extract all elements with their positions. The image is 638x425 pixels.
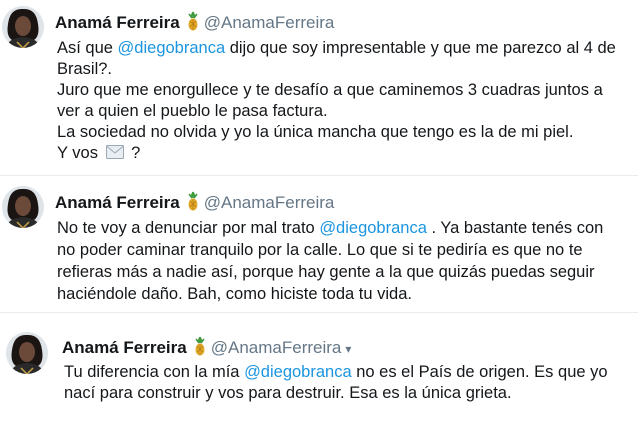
tweet-line: Y vos ?: [57, 144, 141, 162]
author-handle[interactable]: @AnamaFerreira: [204, 13, 335, 32]
tweet-line: ver a quien el pueblo le pasa factura.: [57, 102, 328, 120]
tweet-text: No te voy a denunciar por mal trato @die…: [57, 217, 603, 305]
tweet-line: No te voy a denunciar por mal trato @die…: [57, 219, 604, 237]
tweet-line: Tu diferencia con la mía @diegobranca no…: [64, 363, 608, 381]
tweet-line: Así que @diegobranca dijo que soy impres…: [57, 39, 616, 57]
mention-link[interactable]: @diegobranca: [319, 219, 427, 237]
author-handle[interactable]: @AnamaFerreira: [211, 338, 342, 357]
tweet: Anamá Ferreira @AnamaFerreira No te voy a…: [0, 178, 638, 308]
author-name[interactable]: Anamá Ferreira: [55, 193, 180, 212]
tweet-line: Juro que me enorgullece y te desafío a q…: [57, 81, 603, 99]
pineapple-icon: [186, 191, 200, 211]
tweet-line: no poder caminar tranquilo por la calle.…: [57, 241, 583, 259]
tweet-text: Tu diferencia con la mía @diegobranca no…: [64, 362, 608, 404]
divider: [0, 175, 638, 176]
envelope-icon: [105, 144, 124, 159]
divider: [0, 312, 638, 313]
pineapple-icon: [186, 11, 200, 31]
author-handle[interactable]: @AnamaFerreira: [204, 193, 335, 212]
tweet-line: nací para construir y vos para destruir.…: [64, 384, 512, 402]
tweet-line: haciéndole daño. Bah, como hiciste toda …: [57, 285, 412, 303]
avatar[interactable]: [2, 186, 44, 228]
tweet-line: La sociedad no olvida y yo la única manc…: [57, 123, 574, 141]
avatar[interactable]: [6, 332, 48, 374]
mention-link[interactable]: @diegobranca: [118, 39, 226, 57]
tweet-header: Anamá Ferreira @AnamaFerreira ▾: [62, 336, 351, 359]
author-name[interactable]: Anamá Ferreira: [55, 13, 180, 32]
tweet-line: refieras más a nadie así, porque hay gen…: [57, 263, 595, 281]
tweet-header: Anamá Ferreira @AnamaFerreira: [55, 191, 334, 213]
tweet: Anamá Ferreira @AnamaFerreira Así que @di…: [0, 0, 638, 170]
tweet-line: Brasil?.: [57, 60, 113, 78]
tweet-header: Anamá Ferreira @AnamaFerreira: [55, 11, 334, 33]
author-name[interactable]: Anamá Ferreira: [62, 338, 187, 357]
tweet: Anamá Ferreira @AnamaFerreira ▾ Tu diferen…: [0, 320, 638, 425]
pineapple-icon: [193, 336, 207, 356]
tweet-text: Así que @diegobranca dijo que soy impres…: [57, 38, 616, 164]
mention-link[interactable]: @diegobranca: [244, 363, 352, 381]
avatar[interactable]: [2, 6, 44, 48]
chevron-down-icon[interactable]: ▾: [345, 342, 351, 356]
